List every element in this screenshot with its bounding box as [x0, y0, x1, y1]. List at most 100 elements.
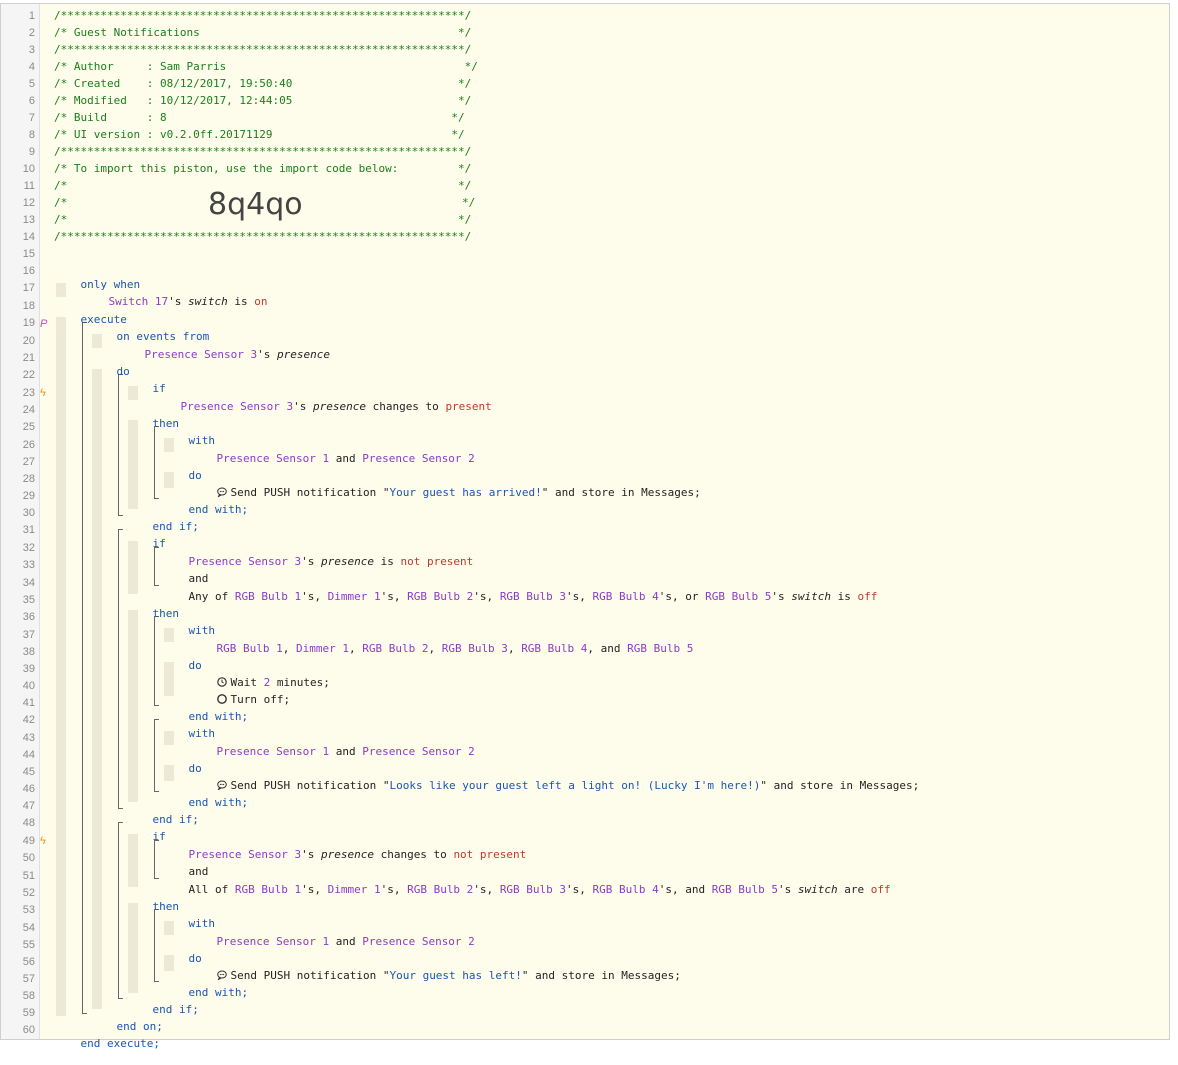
on-events-bracket: [82, 322, 87, 1014]
text: 's, and: [658, 883, 712, 896]
line-number: 57: [22, 973, 35, 985]
text: " and store in Messages;: [541, 486, 701, 499]
line-number: 53: [22, 904, 35, 916]
code-line[interactable]: Send PUSH notification "Your guest has l…: [190, 955, 681, 997]
text: 's: [257, 348, 277, 361]
device-name: RGB Bulb 1: [216, 642, 283, 655]
text: and: [329, 452, 363, 465]
text: " and store in Messages;: [760, 779, 920, 792]
text: 's: [293, 400, 313, 413]
line-number: 6: [28, 95, 35, 107]
text: is: [227, 295, 255, 308]
subscription-marker: P: [40, 318, 48, 330]
line-number: 46: [22, 783, 35, 795]
attribute: switch: [187, 295, 228, 308]
device-name: Presence Sensor 3: [144, 348, 258, 361]
text: " and store in Messages;: [521, 969, 681, 982]
text: , and: [587, 642, 628, 655]
text: All of: [188, 883, 235, 896]
line-number: 49: [22, 835, 35, 847]
text: Send PUSH notification ": [230, 969, 390, 982]
line-number: 18: [22, 300, 35, 312]
attribute: presence: [320, 555, 374, 568]
line-number: 19: [22, 317, 35, 329]
trigger-bolt-icon: ϟ: [40, 835, 46, 847]
device-name: RGB Bulb 1: [234, 590, 302, 603]
line-number: 31: [22, 524, 35, 536]
text: Any of: [188, 590, 235, 603]
device-name: RGB Bulb 5: [705, 590, 772, 603]
text: ,: [282, 642, 296, 655]
device-name: RGB Bulb 2: [362, 642, 429, 655]
line-number: 7: [28, 112, 35, 124]
text: is: [373, 555, 401, 568]
value: off: [870, 883, 891, 896]
text: Send PUSH notification ": [230, 779, 390, 792]
block-bar: [128, 610, 138, 802]
header-import-text: /* To import this piston, use the import…: [54, 162, 472, 175]
device-name: RGB Bulb 3: [499, 590, 567, 603]
header-rule: /***************************************…: [54, 230, 472, 243]
device-name: RGB Bulb 5: [627, 642, 694, 655]
message-string: Your guest has left!: [389, 969, 522, 982]
device-name: RGB Bulb 1: [234, 883, 302, 896]
value: off: [857, 590, 878, 603]
line-number: 3: [28, 44, 35, 56]
attribute: presence: [320, 848, 374, 861]
line-number: 55: [22, 939, 35, 951]
device-name: RGB Bulb 3: [499, 883, 567, 896]
text: 's: [301, 555, 321, 568]
trigger-bolt-icon: ϟ: [40, 387, 46, 399]
code-line: do: [90, 351, 130, 393]
header-modified: /* Modified : 10/12/2017, 12:44:05 */: [54, 94, 472, 107]
line-number: 52: [22, 887, 35, 899]
line-number: 13: [22, 214, 35, 226]
line-number: 56: [22, 956, 35, 968]
code-line[interactable]: Send PUSH notification "Your guest has a…: [190, 472, 701, 514]
value: not present: [400, 555, 474, 568]
header-title: /* Guest Notifications */: [54, 26, 472, 39]
line-number: 9: [28, 146, 35, 158]
text: and: [329, 935, 363, 948]
text: 's,: [380, 590, 408, 603]
value: not present: [453, 848, 527, 861]
line-number: 38: [22, 646, 35, 658]
line-number: 26: [22, 439, 35, 451]
text: 's,: [473, 883, 500, 896]
text: Send PUSH notification ": [230, 486, 390, 499]
line-number: 33: [22, 559, 35, 571]
line-number: 42: [22, 714, 35, 726]
if-bracket: [118, 374, 123, 516]
line-number-gutter: 1 2 3 4 5 6 7 8 9 10 11 12 13 14 15 16 17 18 19 20 21 22 23 24 2…: [1, 4, 40, 1039]
line-number: 36: [22, 611, 35, 623]
line-number: 54: [22, 922, 35, 934]
code-line[interactable]: Any of RGB Bulb 1's, Dimmer 1's, RGB Bul…: [162, 576, 878, 618]
line-number: 59: [22, 1007, 35, 1019]
keyword: end execute;: [80, 1037, 160, 1050]
line-number: 45: [22, 766, 35, 778]
device-name: RGB Bulb 4: [592, 883, 659, 896]
text: 's,: [301, 590, 328, 603]
text: 's,: [473, 590, 500, 603]
text: 's,: [566, 590, 593, 603]
code-line[interactable]: All of RGB Bulb 1's, Dimmer 1's, RGB Bul…: [162, 869, 891, 911]
line-number: 37: [22, 629, 35, 641]
code-line[interactable]: Send PUSH notification "Looks like your …: [190, 765, 919, 807]
code-line: end execute;: [54, 1023, 160, 1065]
with-bracket: [154, 719, 159, 792]
device-name: RGB Bulb 2: [407, 590, 474, 603]
line-number: 24: [22, 404, 35, 416]
device-name: RGB Bulb 4: [592, 590, 659, 603]
line-number: 30: [22, 507, 35, 519]
text: 's: [778, 883, 798, 896]
code-line[interactable]: if: [126, 523, 166, 565]
message-string: Your guest has arrived!: [389, 486, 542, 499]
line-number: 5: [28, 78, 35, 90]
import-code[interactable]: 8q4qo: [208, 185, 303, 225]
header-rule: /***************************************…: [54, 43, 472, 56]
text: are: [837, 883, 871, 896]
line-number: 2: [28, 27, 35, 39]
line-number: 21: [22, 352, 35, 364]
code-line[interactable]: if: [126, 816, 166, 858]
header-rule: /***************************************…: [54, 145, 472, 158]
